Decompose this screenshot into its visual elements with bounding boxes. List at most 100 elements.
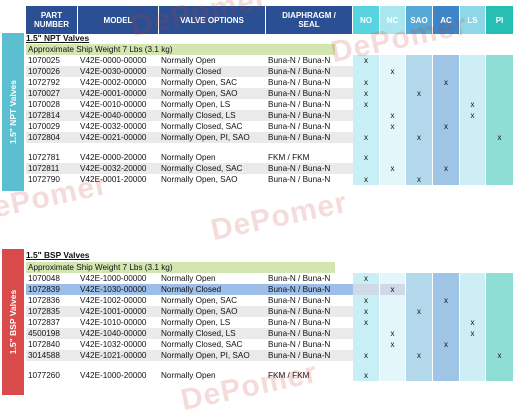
flag-cell-pi xyxy=(486,88,513,99)
flag-cell xyxy=(406,361,432,370)
flag-cell-sao xyxy=(406,317,432,328)
cell-part: 1072840 xyxy=(28,340,60,349)
cell-model: V42E-1032-00000 xyxy=(80,340,147,349)
flag-cell-sao xyxy=(406,295,432,306)
cell-part: 1077260 xyxy=(28,371,60,380)
flag-cell-ac xyxy=(433,88,459,99)
flag-cell xyxy=(380,361,405,370)
cell-seal: Buna-N / Buna-N xyxy=(266,284,353,295)
cell-option: Normally Open, SAC xyxy=(161,78,237,87)
bsp-table-row[interactable]: 1072839 V42E-1030-00000 Normally Closed Bun… xyxy=(26,284,513,295)
flag-cell xyxy=(460,361,485,370)
cell-model: V42E-0002-00000 xyxy=(80,78,147,87)
flag-cell-nc xyxy=(380,88,405,99)
flag-cell-no: x xyxy=(353,88,379,99)
cell-option: Normally Closed xyxy=(159,66,266,77)
bsp-table-row[interactable]: 1070048 V42E-1000-00000 Normally Open Buna-… xyxy=(26,273,513,284)
flag-cell-ls xyxy=(460,55,485,66)
npt-ship-weight: Approximate Ship Weight 7 Lbs (3.1 kg) xyxy=(26,44,335,55)
cell-seal: FKM / FKM xyxy=(268,153,310,162)
flag-cell-pi xyxy=(486,66,513,77)
npt-table-row[interactable]: 1070028 V42E-0010-00000 Normally Open, LS B… xyxy=(26,99,513,110)
npt-table-row[interactable]: 1070027 V42E-0001-00000 Normally Open, SAO… xyxy=(26,88,513,99)
cell-model: V42E-1001-00000 xyxy=(78,306,159,317)
cell-model: V42E-0001-00000 xyxy=(78,88,159,99)
cell-part: 1072811 xyxy=(26,163,78,174)
npt-table-row[interactable]: 1070025 V42E-0000-00000 Normally Open Buna-… xyxy=(26,55,513,66)
cell-seal: Buna-N / Buna-N xyxy=(268,274,331,283)
cell-part: 1070027 xyxy=(26,88,78,99)
cell-model: V42E-0030-00000 xyxy=(78,66,159,77)
flag-cell-sao: x xyxy=(406,132,432,143)
flag-cell-sao xyxy=(406,284,432,295)
flag-cell-nc xyxy=(380,370,405,381)
cell-option: Normally Open, SAO xyxy=(159,88,266,99)
cell-option: Normally Open, SAO xyxy=(161,175,238,184)
flag-cell-ac: x xyxy=(433,77,459,88)
flag-cell-ls xyxy=(460,163,485,174)
flag-cell-nc: x xyxy=(380,339,405,350)
cell-part: 1070028 xyxy=(28,100,60,109)
flag-cell xyxy=(406,143,432,152)
cell-part: 1072839 xyxy=(26,284,78,295)
flag-cell-pi xyxy=(486,306,513,317)
cell-model: V42E-0000-00000 xyxy=(80,56,147,65)
npt-table-row[interactable]: 1072814 V42E-0040-00000 Normally Closed, L… xyxy=(26,110,513,121)
cell-part: 1072814 xyxy=(26,110,78,121)
cell-seal: Buna-N / Buna-N xyxy=(268,100,331,109)
cell-seal: Buna-N / Buna-N xyxy=(266,88,353,99)
flag-cell-nc xyxy=(380,132,405,143)
flag-cell-ls xyxy=(460,77,485,88)
bsp-table-row[interactable]: 1072836 V42E-1002-00000 Normally Open, SAC… xyxy=(26,295,513,306)
bsp-table-row[interactable]: 4500198 V42E-1040-00000 Normally Closed, L… xyxy=(26,328,513,339)
flag-cell-ac: x xyxy=(433,339,459,350)
flag-cell-no xyxy=(353,284,379,295)
npt-table-row[interactable]: 1070029 V42E-0032-00000 Normally Closed, S… xyxy=(26,121,513,132)
flag-cell xyxy=(380,143,405,152)
flag-cell-nc xyxy=(380,306,405,317)
npt-table-row[interactable]: 1072781 V42E-0000-20000 Normally Open FKM /… xyxy=(26,152,513,163)
cell-option: Normally Open xyxy=(161,56,216,65)
cell-part: 1072792 xyxy=(28,78,60,87)
flag-cell-no: x xyxy=(353,77,379,88)
cell-option: Normally Open, PI, SAO xyxy=(159,132,266,143)
flag-cell-ls xyxy=(460,350,485,361)
flag-cell-nc xyxy=(380,152,405,163)
col-header-diaphragm-seal: DIAPHRAGM / SEAL xyxy=(266,6,352,34)
flag-cell-nc xyxy=(380,295,405,306)
cell-model: V42E-1030-00000 xyxy=(78,284,159,295)
cell-model: V42E-1002-00000 xyxy=(80,296,147,305)
cell-model: V42E-1040-00000 xyxy=(78,328,159,339)
cell-option: Normally Closed, SAC xyxy=(159,163,266,174)
npt-table-row[interactable]: 1072804 V42E-0021-00000 Normally Open, PI,… xyxy=(26,132,513,143)
flag-cell-nc: x xyxy=(380,66,405,77)
flag-cell-pi xyxy=(486,317,513,328)
cell-seal: Buna-N / Buna-N xyxy=(268,296,331,305)
flag-cell-ls xyxy=(460,370,485,381)
bsp-table-row[interactable]: 3014588 V42E-1021-00000 Normally Open, PI,… xyxy=(26,350,513,361)
flag-cell-ac xyxy=(433,306,459,317)
flag-cell-no: x xyxy=(353,317,379,328)
flag-cell-pi xyxy=(486,110,513,121)
flag-cell-ac xyxy=(433,66,459,77)
flag-cell-ac: x xyxy=(433,295,459,306)
flag-cell-ls: x xyxy=(460,110,485,121)
bsp-table-row[interactable]: 1072837 V42E-1010-00000 Normally Open, LS B… xyxy=(26,317,513,328)
cell-part: 1070025 xyxy=(28,56,60,65)
flag-cell-pi: x xyxy=(486,350,513,361)
flag-cell-nc: x xyxy=(380,121,405,132)
npt-table-row[interactable]: 1072792 V42E-0002-00000 Normally Open, SAC… xyxy=(26,77,513,88)
flag-cell-pi xyxy=(486,99,513,110)
npt-row-separator xyxy=(26,143,513,152)
flag-cell-no: x xyxy=(353,273,379,284)
bsp-table-row[interactable]: 1072835 V42E-1001-00000 Normally Open, SAO… xyxy=(26,306,513,317)
cell-option: Normally Closed, LS xyxy=(159,110,266,121)
flag-cell-pi xyxy=(486,284,513,295)
flag-cell-ac xyxy=(433,284,459,295)
npt-table-row[interactable]: 1070026 V42E-0030-00000 Normally Closed Bun… xyxy=(26,66,513,77)
flag-cell-pi xyxy=(486,163,513,174)
bsp-table-row[interactable]: 1072840 V42E-1032-00000 Normally Closed, S… xyxy=(26,339,513,350)
cell-model: V42E-1010-00000 xyxy=(80,318,147,327)
flag-cell-ac xyxy=(433,99,459,110)
bsp-section-title: 1.5" BSP Valves xyxy=(26,250,90,260)
